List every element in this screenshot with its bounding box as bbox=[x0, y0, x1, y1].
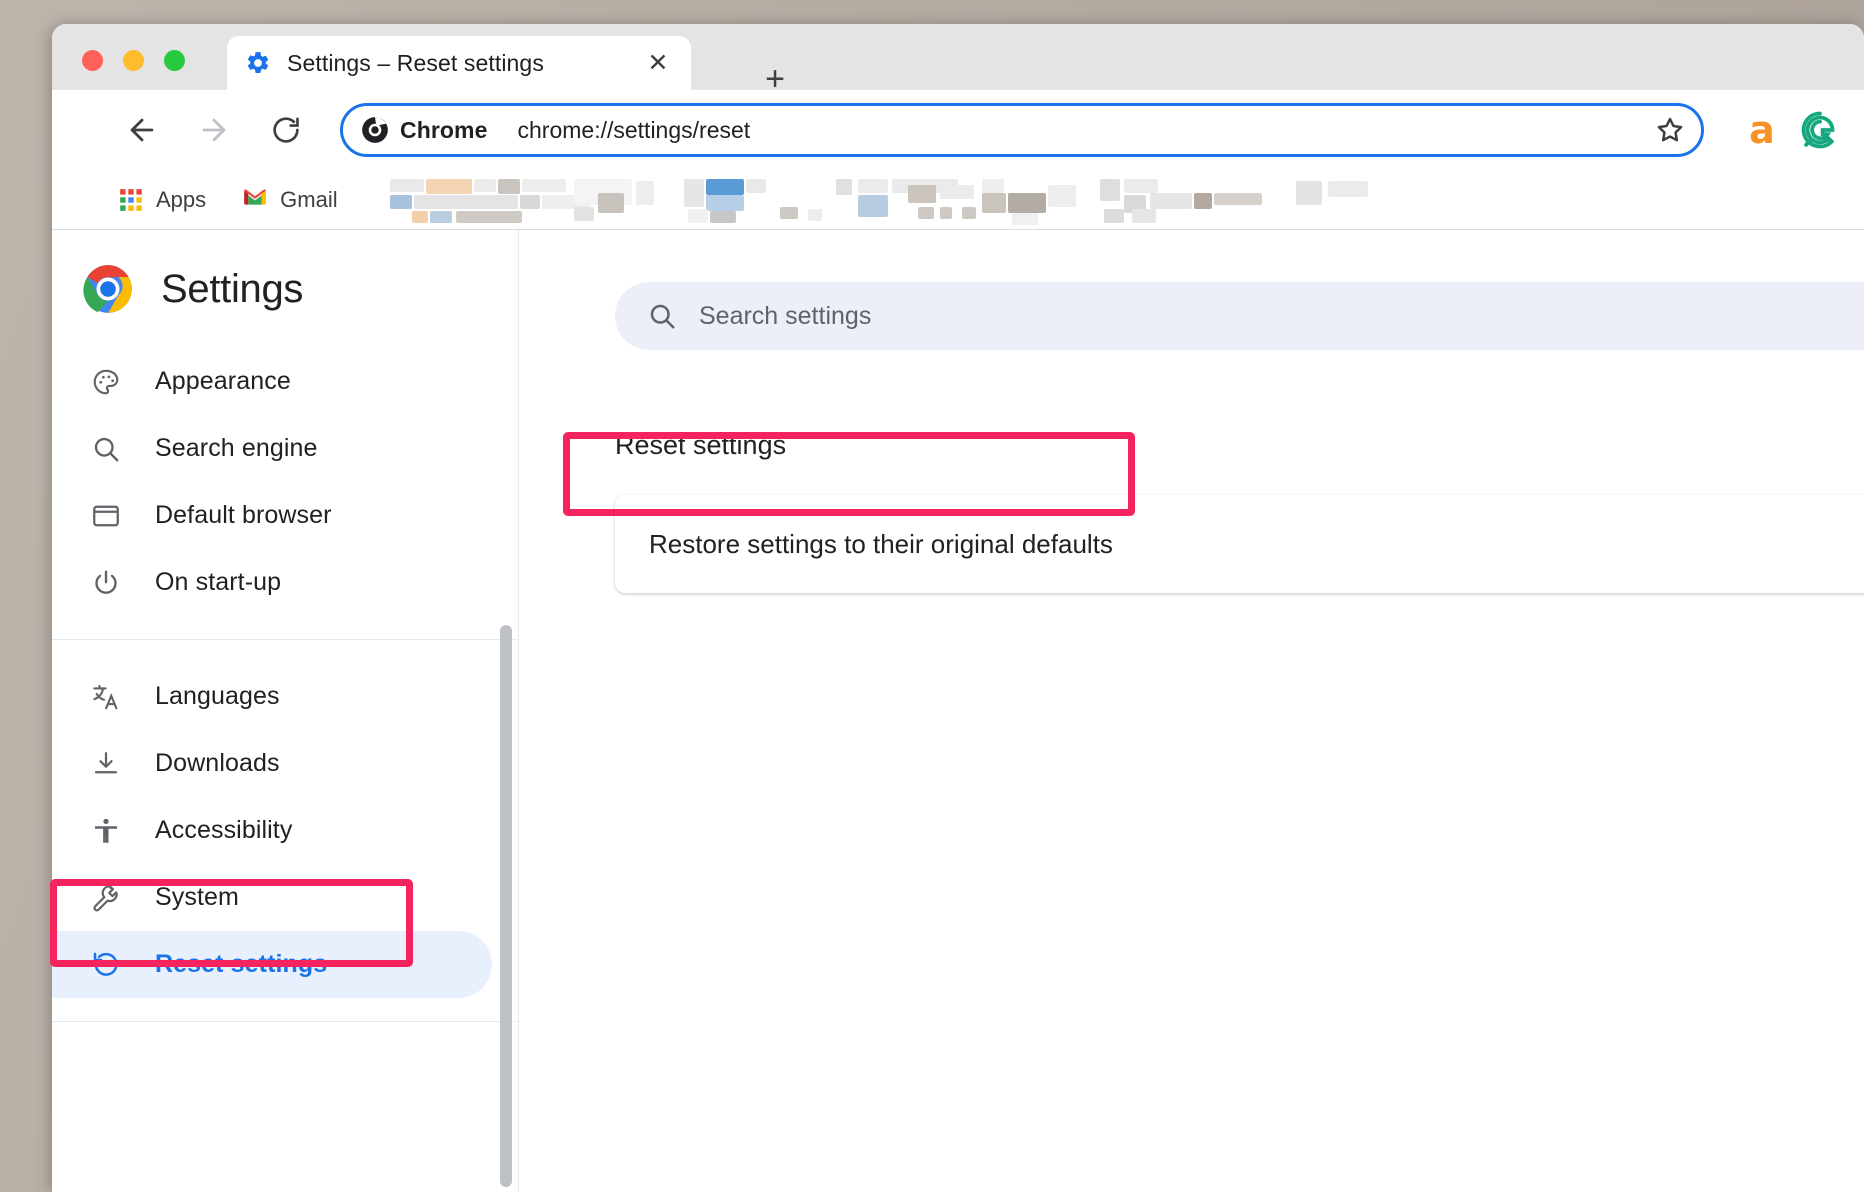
settings-page: Settings Appeara bbox=[52, 230, 1864, 1192]
url-text[interactable]: chrome://settings/reset bbox=[518, 117, 1649, 144]
tab-strip: Settings – Reset settings ✕ + bbox=[52, 24, 1864, 90]
download-icon bbox=[89, 747, 123, 781]
bookmark-label: Apps bbox=[156, 187, 206, 213]
power-icon bbox=[89, 566, 123, 600]
apps-grid-icon bbox=[118, 187, 144, 213]
grammarly-g-icon bbox=[1801, 111, 1839, 149]
bookmark-gmail[interactable]: Gmail bbox=[242, 187, 337, 213]
bookmark-apps[interactable]: Apps bbox=[118, 187, 206, 213]
sidebar-item-label: Reset settings bbox=[155, 950, 327, 979]
sidebar-item-label: Appearance bbox=[155, 367, 291, 396]
settings-sidebar: Settings Appeara bbox=[52, 230, 519, 1192]
desktop-background: Settings – Reset settings ✕ + bbox=[0, 0, 1864, 1192]
settings-gear-icon bbox=[245, 50, 271, 76]
bookmarks-bar: Apps Gmail bbox=[52, 170, 1864, 230]
tab-title: Settings – Reset settings bbox=[287, 50, 643, 77]
reload-icon[interactable] bbox=[262, 106, 310, 154]
maximize-window-button[interactable] bbox=[164, 50, 185, 71]
sidebar-item-default-browser[interactable]: Default browser bbox=[52, 482, 518, 549]
reset-refresh-icon bbox=[89, 948, 123, 982]
grammarly-extension[interactable] bbox=[1798, 108, 1842, 152]
chrome-mono-icon bbox=[361, 116, 389, 144]
close-tab-button[interactable]: ✕ bbox=[643, 48, 673, 78]
close-window-button[interactable] bbox=[82, 50, 103, 71]
forward-arrow-icon[interactable] bbox=[190, 106, 238, 154]
minimize-window-button[interactable] bbox=[123, 50, 144, 71]
amazon-assistant-extension[interactable]: a bbox=[1740, 108, 1784, 152]
origin-chip-label: Chrome bbox=[400, 117, 488, 144]
browser-window-icon bbox=[89, 499, 123, 533]
sidebar-item-on-start-up[interactable]: On start-up bbox=[52, 549, 518, 616]
sidebar-item-label: Default browser bbox=[155, 501, 332, 530]
sidebar-item-accessibility[interactable]: Accessibility bbox=[52, 797, 518, 864]
browser-tab-settings[interactable]: Settings – Reset settings ✕ bbox=[227, 36, 691, 90]
sidebar-group-1: Appearance Search engine bbox=[52, 348, 518, 616]
sidebar-group-2: Languages Downloads bbox=[52, 663, 518, 998]
search-placeholder: Search settings bbox=[699, 302, 871, 331]
restore-defaults-row[interactable]: Restore settings to their original defau… bbox=[615, 495, 1864, 593]
sidebar-item-label: Languages bbox=[155, 682, 280, 711]
gmail-icon bbox=[242, 187, 268, 213]
sidebar-item-label: Downloads bbox=[155, 749, 280, 778]
sidebar-divider-bottom bbox=[52, 1021, 518, 1022]
chrome-logo-icon bbox=[82, 263, 134, 315]
bookmark-label: Gmail bbox=[280, 187, 337, 213]
browser-window: Settings – Reset settings ✕ + bbox=[52, 24, 1864, 1192]
sidebar-item-label: On start-up bbox=[155, 568, 281, 597]
blurred-bookmarks bbox=[388, 177, 1864, 223]
settings-brand: Settings bbox=[52, 230, 518, 348]
palette-icon bbox=[89, 365, 123, 399]
sidebar-item-label: System bbox=[155, 883, 239, 912]
bookmark-star-icon[interactable] bbox=[1649, 109, 1691, 151]
sidebar-scrollbar[interactable] bbox=[500, 625, 512, 1187]
sidebar-item-languages[interactable]: Languages bbox=[52, 663, 518, 730]
page-title: Settings bbox=[161, 267, 303, 312]
back-arrow-icon[interactable] bbox=[118, 106, 166, 154]
sidebar-item-system[interactable]: System bbox=[52, 864, 518, 931]
search-icon bbox=[89, 432, 123, 466]
chrome-origin-chip: Chrome bbox=[361, 116, 488, 144]
translate-icon bbox=[89, 680, 123, 714]
window-traffic-lights bbox=[82, 50, 185, 71]
accessibility-icon bbox=[89, 814, 123, 848]
section-heading: Reset settings bbox=[615, 430, 786, 461]
sidebar-item-downloads[interactable]: Downloads bbox=[52, 730, 518, 797]
amazon-a-icon: a bbox=[1749, 114, 1775, 146]
wrench-icon bbox=[89, 881, 123, 915]
sidebar-item-search-engine[interactable]: Search engine bbox=[52, 415, 518, 482]
sidebar-item-reset-settings[interactable]: Reset settings bbox=[52, 931, 492, 998]
sidebar-item-label: Search engine bbox=[155, 434, 318, 463]
search-icon bbox=[647, 301, 677, 331]
sidebar-item-label: Accessibility bbox=[155, 816, 292, 845]
sidebar-divider bbox=[52, 639, 518, 640]
settings-main-content: Search settings Reset settings Restore s… bbox=[519, 230, 1864, 1192]
restore-defaults-label: Restore settings to their original defau… bbox=[649, 529, 1113, 560]
search-settings-input[interactable]: Search settings bbox=[615, 282, 1864, 350]
browser-toolbar: Chrome chrome://settings/reset a bbox=[52, 90, 1864, 170]
address-bar[interactable]: Chrome chrome://settings/reset bbox=[340, 103, 1704, 157]
sidebar-item-appearance[interactable]: Appearance bbox=[52, 348, 518, 415]
